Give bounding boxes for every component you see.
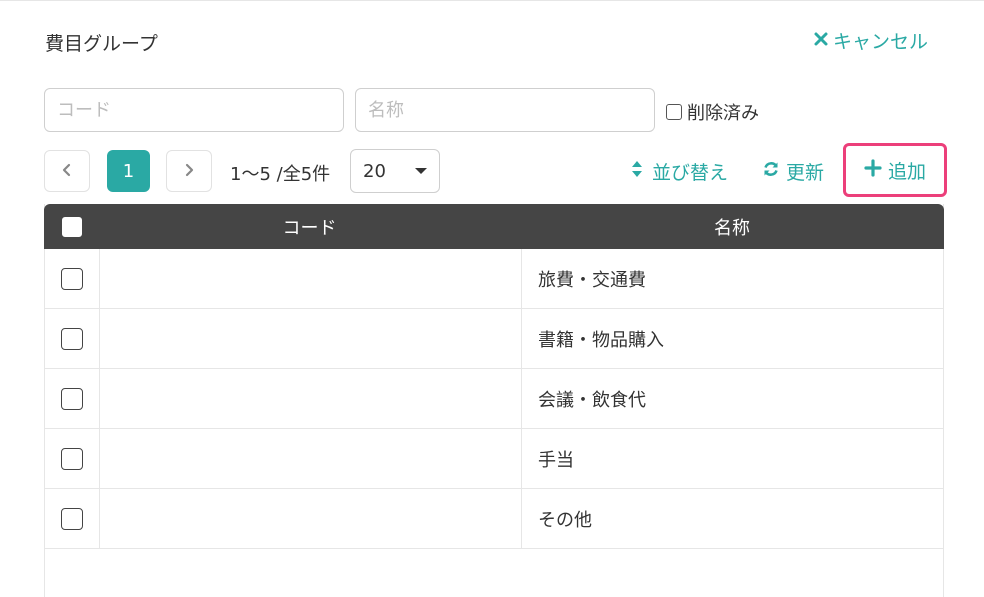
code-search-input[interactable]: [44, 88, 344, 132]
column-header-code[interactable]: コード: [99, 204, 520, 249]
deleted-checkbox-box[interactable]: [666, 104, 682, 120]
table-row[interactable]: 書籍・物品購入: [45, 309, 943, 369]
select-all-cell: [44, 204, 99, 249]
row-checkbox[interactable]: [61, 387, 83, 410]
row-name-cell: 会議・飲食代: [538, 389, 646, 411]
table-row[interactable]: 旅費・交通費: [45, 249, 943, 309]
deleted-label: 削除済み: [687, 103, 759, 124]
sort-button[interactable]: 並び替え: [628, 158, 728, 185]
row-checkbox[interactable]: [61, 447, 83, 470]
column-header-name[interactable]: 名称: [520, 204, 944, 249]
row-code-cell: [100, 249, 522, 308]
row-check-cell: [45, 309, 100, 368]
row-code-cell: [100, 429, 522, 488]
caret-down-icon: [415, 168, 427, 174]
deleted-filter-checkbox[interactable]: 削除済み: [666, 99, 759, 125]
close-icon: [813, 30, 829, 52]
per-page-select[interactable]: 20: [350, 149, 440, 193]
row-checkbox[interactable]: [61, 507, 83, 530]
refresh-button[interactable]: 更新: [762, 158, 824, 185]
prev-page-button[interactable]: [44, 150, 90, 192]
result-range-text: 1〜5 /全5件: [230, 164, 331, 185]
row-name-cell: 旅費・交通費: [538, 269, 646, 291]
row-checkbox[interactable]: [61, 267, 83, 290]
plus-icon: [864, 158, 882, 182]
row-code-cell: [100, 309, 522, 368]
add-label: 追加: [887, 160, 926, 183]
page-title: 費目グループ: [45, 33, 158, 55]
row-name-cell: その他: [538, 509, 592, 531]
table-row[interactable]: 会議・飲食代: [45, 369, 943, 429]
row-check-cell: [45, 249, 100, 308]
table-row[interactable]: その他: [45, 489, 943, 549]
refresh-label: 更新: [786, 162, 825, 184]
row-code-cell: [100, 369, 522, 428]
sort-icon: [628, 160, 646, 183]
next-page-button[interactable]: [166, 150, 212, 192]
expense-group-page: 費目グループ キャンセル 削除済み 1 1〜5 /全5件 20 並び替え: [0, 0, 984, 597]
row-name-cell: 書籍・物品購入: [538, 329, 664, 351]
add-button[interactable]: 追加: [843, 143, 947, 197]
name-search-input[interactable]: [355, 88, 655, 132]
row-name-cell: 手当: [538, 449, 574, 471]
table-header: コード 名称: [44, 204, 944, 249]
per-page-value: 20: [363, 160, 386, 182]
select-all-checkbox[interactable]: [61, 216, 82, 237]
chevron-right-icon: [182, 162, 196, 181]
row-check-cell: [45, 489, 100, 548]
cancel-button[interactable]: キャンセル: [813, 27, 928, 54]
cancel-label: キャンセル: [832, 31, 928, 53]
sort-label: 並び替え: [652, 162, 729, 184]
row-check-cell: [45, 369, 100, 428]
chevron-left-icon: [60, 162, 74, 181]
refresh-icon: [762, 160, 780, 183]
row-checkbox[interactable]: [61, 327, 83, 350]
expense-group-table: コード 名称 旅費・交通費 書籍・物品購入 会議・飲食代 手当 その他: [44, 204, 944, 597]
table-row[interactable]: 手当: [45, 429, 943, 489]
row-code-cell: [100, 489, 522, 548]
row-check-cell: [45, 429, 100, 488]
page-number-current[interactable]: 1: [107, 150, 150, 192]
